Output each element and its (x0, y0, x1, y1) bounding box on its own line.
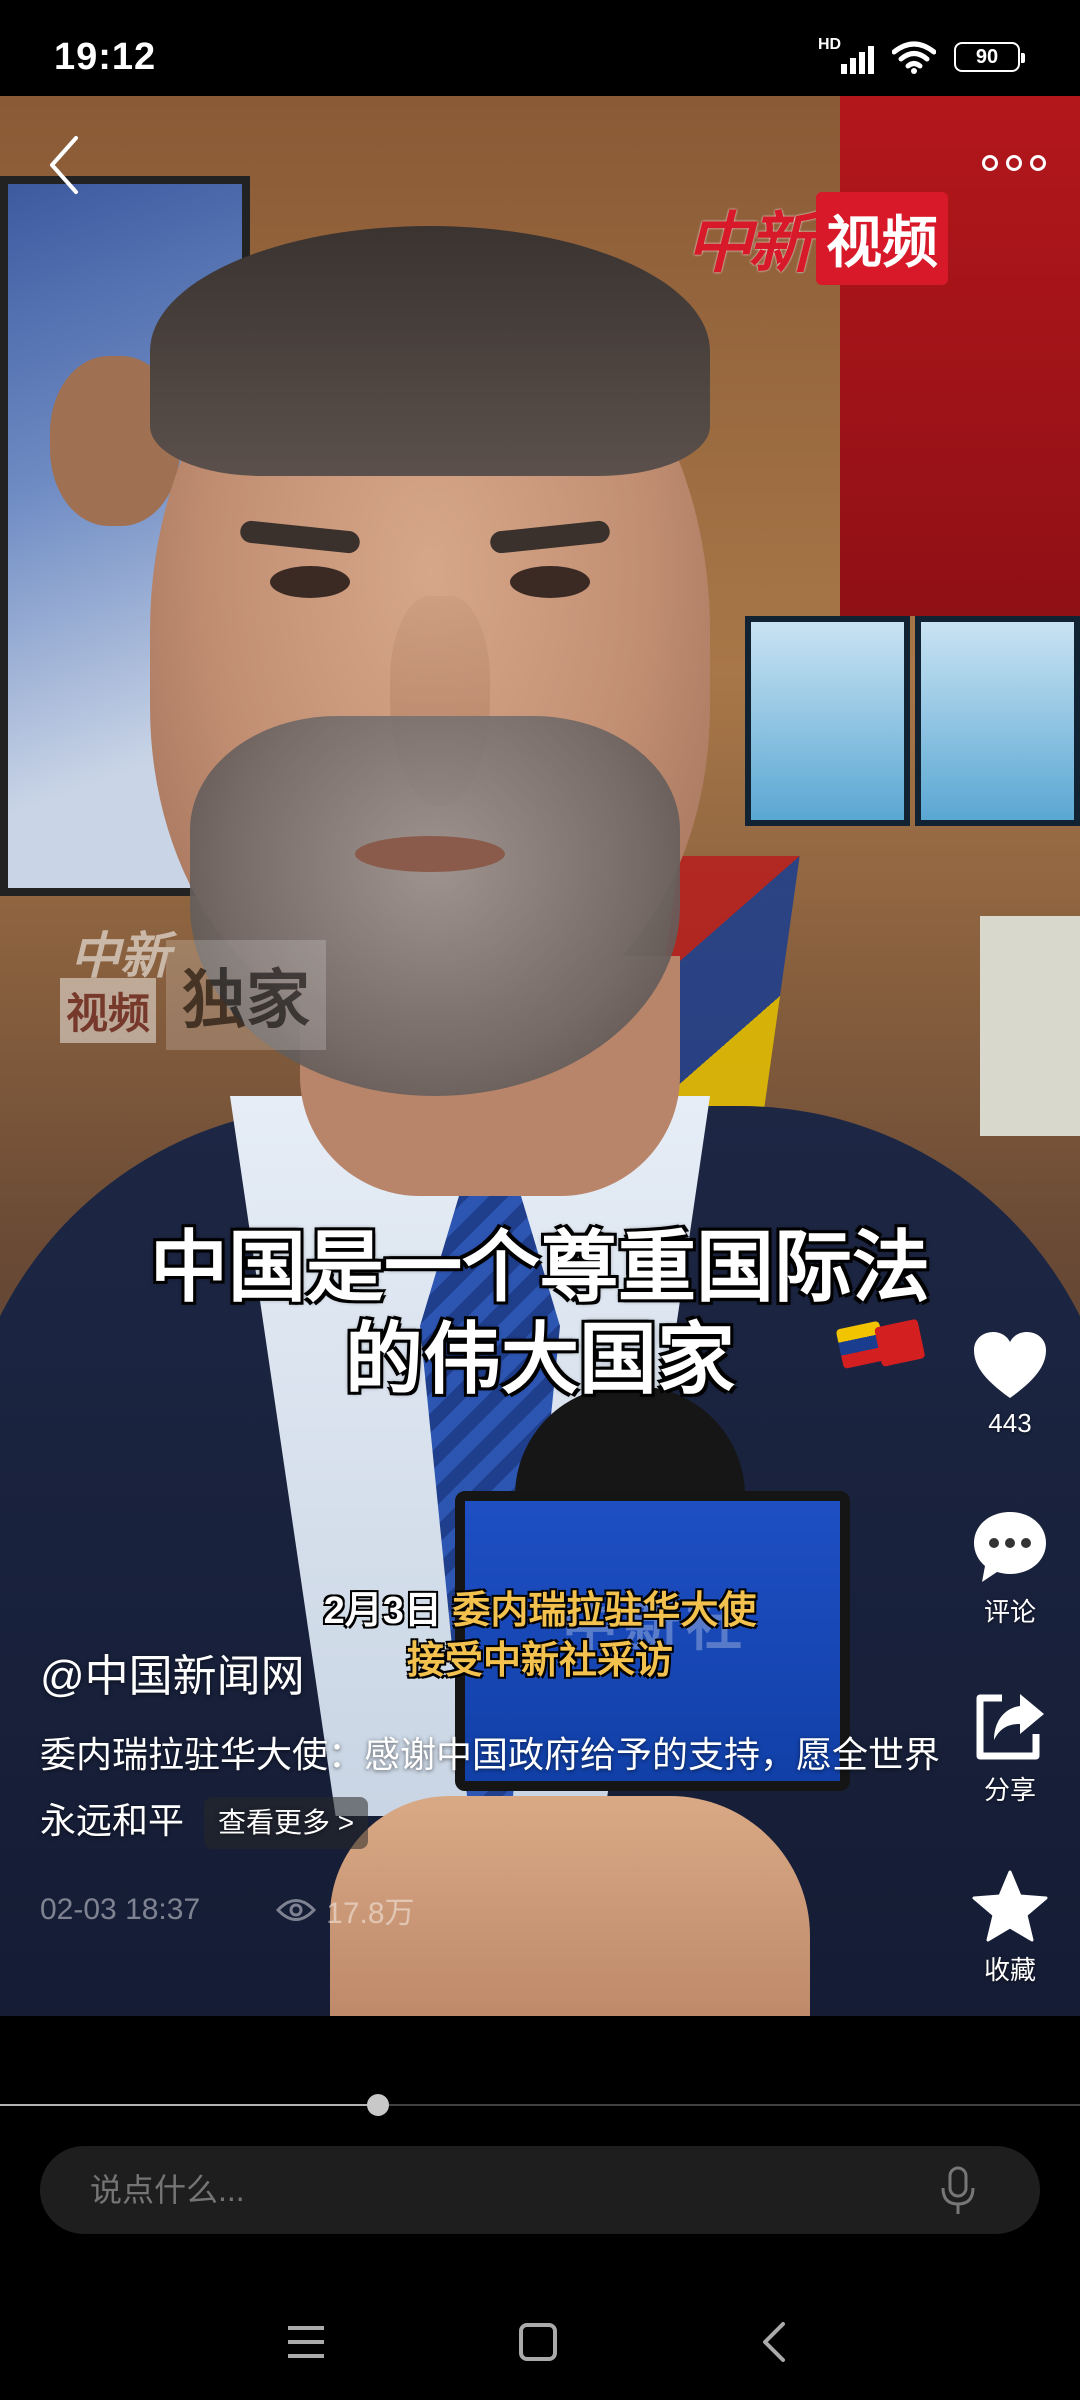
subtitle-line-2: 的伟大国家 (344, 1315, 735, 1403)
heart-icon (974, 1332, 1046, 1398)
progress-knob[interactable] (367, 2094, 389, 2116)
caption-date: 2月3日 (323, 1590, 442, 1632)
description-text: 委内瑞拉驻华大使：感谢中国政府给予的支持，愿全世界永远和平 (40, 1734, 941, 1841)
watermark-right: 独家 (166, 940, 326, 1050)
caption-line-1: 委内瑞拉驻华大使 (452, 1590, 757, 1632)
background-panel (980, 916, 1080, 1136)
cellular-signal-icon: HD (818, 36, 874, 74)
logo-script-text: 中新 (686, 204, 814, 282)
person-hair (150, 226, 710, 476)
background-monitor-right (915, 616, 1080, 826)
view-count-text: 17.8万 (326, 1897, 415, 1930)
progress-fill (0, 2104, 378, 2106)
battery-level: 90 (975, 45, 999, 68)
nav-back-icon[interactable] (744, 2312, 804, 2372)
home-square-icon[interactable] (508, 2312, 568, 2372)
microphone-icon[interactable] (938, 2166, 978, 2216)
status-bar: 19:12 HD 90 (0, 0, 1080, 96)
share-icon (976, 1694, 1044, 1760)
chat-bubble-icon (974, 1512, 1046, 1582)
watermark-left: 视频 (60, 978, 157, 1043)
like-button[interactable]: 443 (960, 1330, 1060, 1439)
comment-button[interactable]: 评论 (960, 1510, 1060, 1629)
back-arrow-icon[interactable] (40, 130, 90, 200)
like-count: 443 (988, 1408, 1032, 1438)
publish-date: 02-03 18:37 (40, 1893, 201, 1926)
subtitle-line-1: 中国是一个尊重国际法 (149, 1223, 930, 1311)
video-description: 委内瑞拉驻华大使：感谢中国政府给予的支持，愿全世界永远和平 查看更多 > (40, 1722, 940, 1854)
comment-label: 评论 (983, 1597, 1036, 1627)
star-icon (972, 1870, 1048, 1942)
network-type-label: HD (818, 36, 842, 53)
status-icons: HD 90 (818, 36, 1025, 74)
comment-input[interactable] (90, 2146, 890, 2234)
favorite-button[interactable]: 收藏 (960, 1870, 1060, 1987)
share-label: 分享 (983, 1775, 1036, 1805)
video-progress-bar[interactable] (0, 2094, 1080, 2116)
eye-icon (276, 1899, 317, 1921)
see-more-button[interactable]: 查看更多 > (204, 1797, 369, 1850)
person-left-eye (270, 566, 350, 598)
status-time: 19:12 (54, 36, 157, 78)
person-right-eye (510, 566, 590, 598)
person-mouth (355, 836, 505, 872)
logo-box-text: 视频 (816, 191, 948, 285)
system-nav-bar (0, 2280, 1080, 2400)
favorite-label: 收藏 (983, 1955, 1036, 1985)
share-button[interactable]: 分享 (960, 1690, 1060, 1807)
view-count: 17.8万 (276, 1888, 415, 1932)
menu-icon[interactable] (276, 2312, 336, 2372)
author-name[interactable]: @中国新闻网 (40, 1640, 305, 1704)
more-dots-icon[interactable] (982, 148, 1052, 178)
comment-bar (40, 2146, 1040, 2234)
cns-video-logo: 中新 视频 (686, 191, 948, 285)
video-subtitle: 中国是一个尊重国际法 的伟大国家 (0, 1221, 1080, 1405)
exclusive-watermark: 中新 视频 独家 (60, 916, 330, 1051)
video-meta: 02-03 18:37 17.8万 (40, 1888, 415, 1932)
battery-icon: 90 (954, 42, 1025, 72)
background-monitor-left (745, 616, 910, 826)
wifi-icon (892, 41, 936, 74)
